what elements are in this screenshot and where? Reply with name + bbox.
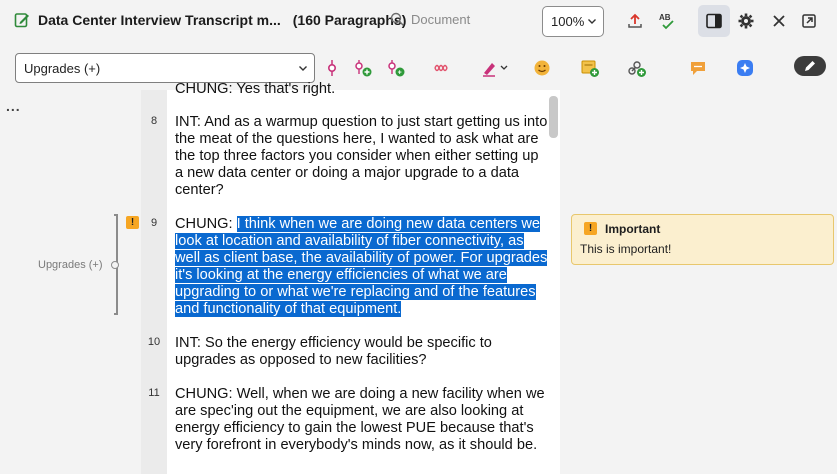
- smiley-icon: [534, 60, 550, 76]
- spellcheck-icon: AB: [659, 13, 674, 30]
- export-button[interactable]: [624, 10, 646, 32]
- comment-button[interactable]: [687, 57, 709, 79]
- code-select-value: Upgrades (+): [24, 60, 101, 76]
- search-placeholder: Document: [411, 12, 471, 27]
- paragraph-number: 8: [150, 115, 158, 127]
- code-with-selected-button[interactable]: [321, 57, 343, 79]
- spellcheck-button[interactable]: AB: [656, 10, 678, 32]
- search-icon: [390, 12, 405, 27]
- document-scrollbar[interactable]: [549, 96, 558, 138]
- upload-icon: [628, 13, 642, 28]
- coding-stripe-label[interactable]: Upgrades (+): [38, 259, 103, 271]
- edit-mode-toggle[interactable]: [794, 56, 826, 76]
- in-vivo-code-icon: +: [388, 60, 405, 77]
- expand-window-button[interactable]: [798, 10, 820, 32]
- document-title: Data Center Interview Transcript m...: [38, 12, 281, 28]
- paragraph-number: 10: [147, 336, 161, 348]
- document-search[interactable]: Document: [390, 12, 470, 27]
- paragraph-8[interactable]: INT: And as a warmup question to just st…: [175, 114, 550, 199]
- close-button[interactable]: [768, 10, 790, 32]
- chevron-down-icon: [588, 19, 596, 24]
- memo-body: This is important!: [580, 242, 672, 256]
- sound-wave-icon: [434, 64, 448, 72]
- zoom-value: 100%: [551, 14, 585, 29]
- add-link-button[interactable]: [626, 57, 648, 79]
- paragraph-number: 9: [150, 217, 158, 229]
- ai-assistant-button[interactable]: [734, 57, 756, 79]
- paragraph-9[interactable]: CHUNG: I think when we are doing new dat…: [175, 216, 550, 318]
- gear-icon: [738, 13, 754, 29]
- comment-icon: [691, 62, 705, 75]
- code-with-new-code-button[interactable]: [352, 57, 374, 79]
- code-pin-icon: [327, 60, 337, 76]
- title-bar: Data Center Interview Transcript m... (1…: [0, 0, 837, 44]
- memo-marker-icon[interactable]: !: [126, 216, 139, 229]
- zoom-select[interactable]: 100%: [542, 6, 604, 37]
- memo-add-icon: [581, 60, 599, 77]
- expand-icon: [802, 14, 816, 28]
- memo-title: Important: [605, 222, 661, 236]
- code-select[interactable]: Upgrades (+): [15, 53, 315, 83]
- in-vivo-code-button[interactable]: +: [385, 57, 407, 79]
- close-icon: [773, 15, 785, 27]
- paragraph-number: 11: [148, 387, 160, 399]
- side-panel-icon: [706, 13, 722, 29]
- chevron-down-icon: [299, 66, 307, 71]
- pencil-icon: [805, 61, 815, 71]
- coding-stripe-dot[interactable]: [111, 261, 119, 269]
- new-memo-button[interactable]: [579, 57, 601, 79]
- memo-card[interactable]: ! Important This is important!: [571, 214, 834, 265]
- title-wrap: Data Center Interview Transcript m... (1…: [14, 12, 406, 28]
- add-code-icon: [355, 60, 372, 77]
- warning-icon: !: [584, 222, 597, 235]
- ai-sparkle-icon: [737, 60, 753, 76]
- toggle-side-panel-button[interactable]: [698, 5, 730, 37]
- settings-button[interactable]: [735, 10, 757, 32]
- paragraph-11[interactable]: CHUNG: Well, when we are doing a new fac…: [175, 386, 550, 454]
- paragraph-number-column: [141, 90, 167, 474]
- paragraph-7[interactable]: CHUNG: Yes that's right.: [175, 81, 550, 98]
- speaker-label: CHUNG:: [175, 216, 237, 232]
- document-edit-icon: [14, 13, 29, 28]
- svg-text:+: +: [398, 70, 402, 77]
- highlighter-button[interactable]: [480, 57, 512, 79]
- paragraph-10[interactable]: INT: So the energy efficiency would be s…: [175, 335, 550, 369]
- link-add-icon: [628, 61, 646, 77]
- sentiment-button[interactable]: [531, 57, 553, 79]
- svg-text:AB: AB: [659, 13, 671, 22]
- highlighter-icon: [483, 63, 508, 77]
- more-options[interactable]: ...: [6, 98, 21, 114]
- emotion-code-button[interactable]: [430, 57, 452, 79]
